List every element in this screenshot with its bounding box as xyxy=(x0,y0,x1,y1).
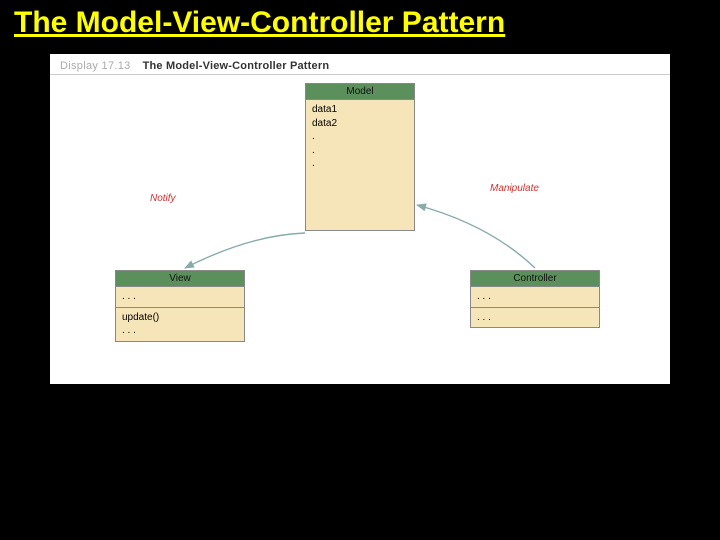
notify-label: Notify xyxy=(150,193,176,204)
controller-section-2: . . . xyxy=(471,308,599,328)
view-box: View . . . update() . . . xyxy=(115,270,245,342)
mvc-diagram: Model data1 data2 . . . View . . . updat… xyxy=(50,75,670,381)
model-title: Model xyxy=(306,84,414,100)
view-section-1: . . . xyxy=(116,287,244,308)
manipulate-label: Manipulate xyxy=(490,183,539,194)
view-title: View xyxy=(116,271,244,287)
slide-title: The Model-View-Controller Pattern xyxy=(0,0,720,44)
controller-section-1: . . . xyxy=(471,287,599,308)
controller-box: Controller . . . . . . xyxy=(470,270,600,328)
view-section-2: update() . . . xyxy=(116,308,244,341)
figure-panel: Display 17.13 The Model-View-Controller … xyxy=(50,54,670,384)
model-body: data1 data2 . . . xyxy=(306,100,414,230)
controller-title: Controller xyxy=(471,271,599,287)
model-box: Model data1 data2 . . . xyxy=(305,83,415,231)
figure-header: Display 17.13 The Model-View-Controller … xyxy=(50,54,670,75)
figure-caption: The Model-View-Controller Pattern xyxy=(143,60,330,72)
display-label: Display 17.13 xyxy=(60,60,131,72)
